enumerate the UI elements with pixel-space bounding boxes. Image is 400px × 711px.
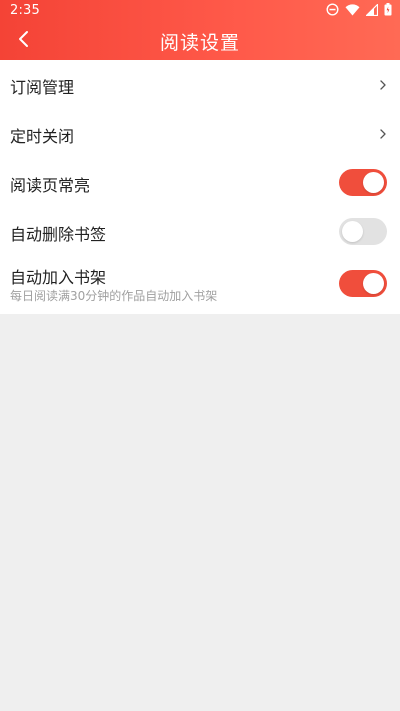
app-header: 2:35 阅读设置 xyxy=(0,0,400,60)
status-time: 2:35 xyxy=(10,3,40,18)
setting-keep-screen-on: 阅读页常亮 xyxy=(0,158,400,207)
chevron-right-icon xyxy=(378,126,388,140)
setting-description: 每日阅读满30分钟的作品自动加入书架 xyxy=(10,289,218,303)
setting-label: 定时关闭 xyxy=(10,127,75,146)
auto-delete-bookmark-toggle[interactable] xyxy=(339,218,387,245)
page-title: 阅读设置 xyxy=(159,32,240,54)
toggle-knob xyxy=(363,273,384,294)
toggle-knob xyxy=(363,172,384,193)
setting-label: 阅读页常亮 xyxy=(10,176,91,195)
setting-subscription-management[interactable]: 订阅管理 xyxy=(0,60,400,109)
battery-icon xyxy=(384,3,392,16)
setting-label: 自动加入书架 xyxy=(10,268,107,287)
keep-screen-on-toggle[interactable] xyxy=(339,169,387,196)
setting-auto-delete-bookmark: 自动删除书签 xyxy=(0,207,400,256)
navigation-bar: 阅读设置 xyxy=(0,22,400,60)
do-not-disturb-icon xyxy=(326,3,339,16)
setting-timer-close[interactable]: 定时关闭 xyxy=(0,109,400,158)
status-bar: 2:35 xyxy=(0,0,400,22)
setting-label: 自动删除书签 xyxy=(10,225,107,244)
toggle-knob xyxy=(342,221,363,242)
signal-icon xyxy=(366,3,378,16)
auto-add-shelf-toggle[interactable] xyxy=(339,270,387,297)
reading-settings-screen: 2:35 阅读设置 订阅管理 定时关闭 阅读页常亮 自动删除书签 自动加入书架 … xyxy=(0,0,400,711)
settings-list: 订阅管理 定时关闭 阅读页常亮 自动删除书签 自动加入书架 每日阅读满30分钟的… xyxy=(0,60,400,314)
wifi-icon xyxy=(345,3,360,16)
setting-label: 订阅管理 xyxy=(10,78,75,97)
chevron-right-icon xyxy=(378,77,388,91)
status-icons xyxy=(326,3,392,16)
setting-auto-add-shelf: 自动加入书架 每日阅读满30分钟的作品自动加入书架 xyxy=(0,256,400,314)
